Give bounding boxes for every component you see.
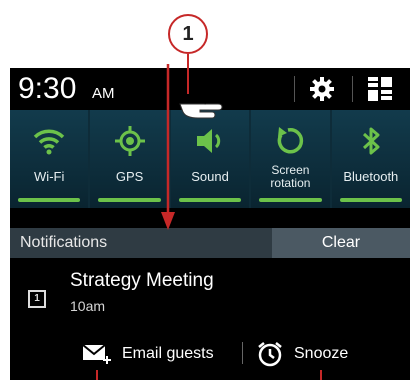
clear-button[interactable]: Clear — [272, 228, 410, 258]
calendar-icon: 1 — [28, 290, 46, 308]
status-divider — [294, 76, 295, 102]
gps-icon — [114, 126, 145, 156]
alarm-clock-icon — [258, 342, 282, 367]
actions-divider — [242, 342, 243, 364]
email-guests-button[interactable]: Email guests — [82, 334, 214, 374]
toggle-label: Screen rotation — [251, 164, 329, 190]
clock-ampm: AM — [92, 85, 115, 102]
status-divider — [352, 76, 353, 102]
notification-title: Strategy Meeting — [70, 270, 214, 291]
snooze-label: Snooze — [294, 345, 349, 362]
bluetooth-icon — [362, 127, 380, 155]
notification-time: 10am — [70, 298, 106, 314]
toggle-label-line2: rotation — [270, 176, 311, 190]
toggle-label-line1: Screen — [271, 163, 310, 177]
swipe-down-arrow — [161, 64, 175, 230]
hand-pointer-icon — [179, 103, 223, 119]
annotation-leader-line — [320, 370, 322, 380]
toggle-on-indicator — [339, 198, 403, 202]
calendar-day: 1 — [34, 293, 40, 304]
toggle-wifi[interactable]: Wi-Fi — [10, 110, 89, 208]
grid-view-icon[interactable] — [367, 76, 393, 102]
notification-item[interactable]: 1 Strategy Meeting 10am Email guests Sno… — [10, 258, 410, 380]
toggle-screen-rotation[interactable]: Screen rotation — [251, 110, 330, 208]
annotation-leader-line — [96, 370, 98, 380]
toggle-on-indicator — [18, 198, 81, 202]
step-callout-number: 1 — [182, 22, 194, 45]
toggle-label: Bluetooth — [343, 169, 399, 184]
settings-gear-icon[interactable] — [308, 75, 336, 103]
wifi-icon — [33, 129, 65, 155]
clock-time: 9:30 — [18, 72, 77, 105]
notification-actions: Email guests Snooze — [10, 334, 410, 374]
snooze-button[interactable]: Snooze — [256, 334, 348, 374]
notifications-title: Notifications — [20, 234, 108, 251]
step-callout-badge: 1 — [168, 14, 208, 54]
toggle-bluetooth[interactable]: Bluetooth — [331, 110, 410, 208]
email-add-icon — [82, 344, 111, 364]
email-guests-label: Email guests — [122, 345, 214, 362]
toggle-label: Wi-Fi — [34, 169, 65, 184]
rotation-icon — [278, 127, 304, 154]
toggle-on-indicator — [259, 198, 322, 202]
